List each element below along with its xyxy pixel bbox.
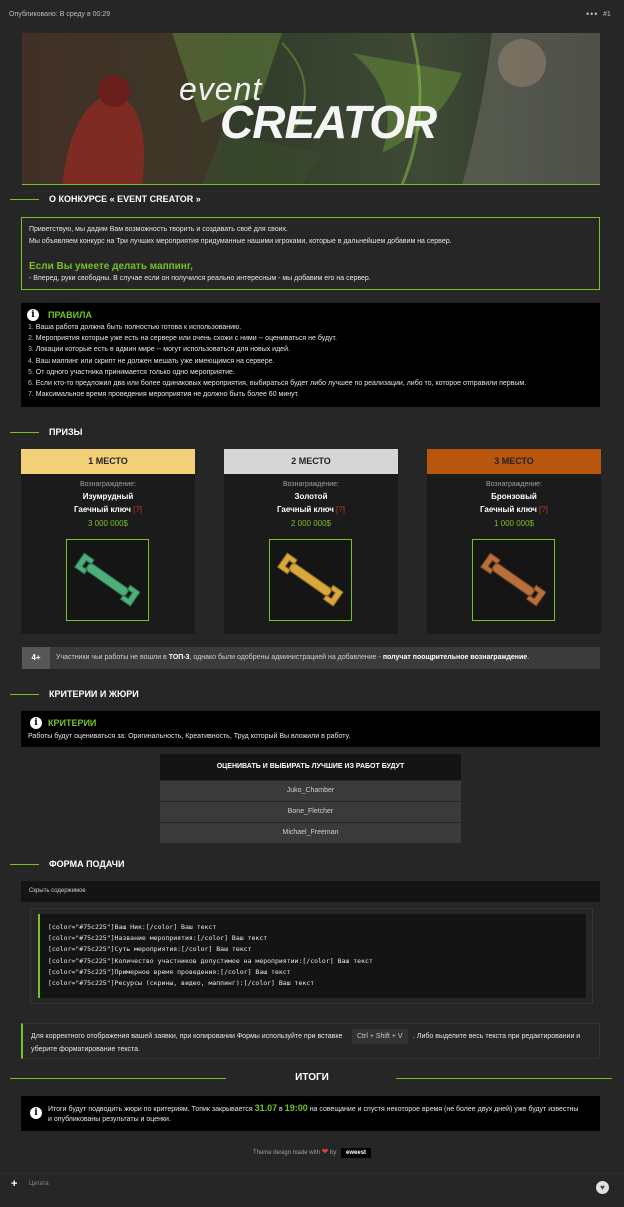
prize-card-3: 3 МЕСТО Вознаграждение: Бронзовый Гаечны… <box>427 449 601 634</box>
info-icon: i <box>27 309 39 321</box>
section-divider <box>10 864 39 865</box>
section-title: О КОНКУРСЕ « EVENT CREATOR » <box>49 194 201 204</box>
prize-info-link[interactable]: [?] <box>133 505 142 514</box>
note-text: Для корректного отображения вашей заявки… <box>31 1033 343 1040</box>
code-line: [color="#75c225"]Ваш Ник:[/color] Ваш те… <box>48 923 217 931</box>
intro-text: - Вперед, руки свободны. В случае если о… <box>29 275 371 282</box>
section-form-header: ФОРМА ПОДАЧИ <box>10 857 614 873</box>
rule-item: 1. Ваша работа должна быть полностью гот… <box>28 324 242 331</box>
rule-item: 7. Максимальное время проведения меропри… <box>28 391 300 398</box>
paste-note: Для корректного отображения вашей заявки… <box>21 1023 600 1059</box>
wrench-icon <box>479 552 547 607</box>
section-divider <box>10 694 39 695</box>
prize-place: 3 МЕСТО <box>427 449 601 474</box>
section-criteria-header: КРИТЕРИИ И ЖЮРИ <box>10 687 614 703</box>
spoiler-label[interactable]: Скрыть содержимое <box>29 888 86 894</box>
extra-prize-text: Участники чьи работы не вошли в ТОП-3, о… <box>56 654 530 661</box>
post-number-link[interactable]: #1 <box>603 11 611 18</box>
rules-box: i ПРАВИЛА 1. Ваша работа должна быть пол… <box>21 303 600 407</box>
extra-prize-bar: 4+ Участники чьи работы не вошли в ТОП-3… <box>22 647 600 669</box>
prize-name: Золотой <box>294 492 328 501</box>
prize-info-link[interactable]: [?] <box>539 505 548 514</box>
prize-reward-label: Вознаграждение: <box>282 481 340 488</box>
section-about-header: О КОНКУРСЕ « EVENT CREATOR » <box>10 192 614 208</box>
published-date: Опубликовано: В среду в 00:29 <box>9 11 111 18</box>
section-divider <box>10 199 39 200</box>
section-title: ПРИЗЫ <box>49 427 83 437</box>
info-icon: i <box>30 717 42 729</box>
prize-place: 1 МЕСТО <box>21 449 195 474</box>
rule-item: 6. Если кто-то предложил два или более о… <box>28 380 527 387</box>
jury-member: Michael_Freeman <box>160 823 461 843</box>
theme-credit: Theme design made with ❤ by eweest <box>0 1147 624 1158</box>
section-title: ФОРМА ПОДАЧИ <box>49 859 125 869</box>
code-block[interactable]: [color="#75c225"]Ваш Ник:[/color] Ваш те… <box>38 914 586 998</box>
prize-card-2: 2 МЕСТО Вознаграждение: Золотой Гаечный … <box>224 449 398 634</box>
code-line: [color="#75c225"]Суть мероприятия:[/colo… <box>48 945 252 953</box>
note-text: . Либо выделите весь текста при редактир… <box>413 1033 581 1040</box>
rule-item: 5. От одного участника принимается тольк… <box>28 369 235 376</box>
prize-card-1: 1 МЕСТО Вознаграждение: Изумрудный Гаечн… <box>21 449 195 634</box>
jury-member: Juko_Chamber <box>160 781 461 801</box>
note-text: уберите форматирование текста. <box>31 1046 140 1053</box>
brand-badge[interactable]: eweest <box>341 1148 372 1158</box>
post-header: Опубликовано: В среду в 00:29 ••• #1 <box>0 0 624 30</box>
prize-name: Гаечный ключ [?] <box>479 505 549 514</box>
prize-amount: 2 000 000$ <box>290 519 332 528</box>
prize-info-link[interactable]: [?] <box>336 505 345 514</box>
prize-name: Гаечный ключ [?] <box>276 505 346 514</box>
jury-table: ОЦЕНИВАТЬ И ВЫБИРАТЬ ЛУЧШИЕ ИЗ РАБОТ БУД… <box>160 754 461 844</box>
like-heart-icon[interactable]: ♥ <box>596 1181 609 1194</box>
section-prizes-header: ПРИЗЫ <box>10 425 614 441</box>
results-box: i Итоги будут подводить жюри по критерия… <box>21 1096 600 1131</box>
prize-image <box>269 539 352 621</box>
criteria-text: Работы будут оцениваться за: Оригинально… <box>28 733 351 740</box>
section-title: ИТОГИ <box>295 1072 329 1083</box>
criteria-box: i КРИТЕРИИ Работы будут оцениваться за: … <box>21 711 600 747</box>
rule-item: 4. Ваш маппинг или скрипт не должен меша… <box>28 358 275 365</box>
info-icon: i <box>30 1107 42 1119</box>
prize-image <box>472 539 555 621</box>
code-line: [color="#75c225"]Примерное время проведе… <box>48 968 291 976</box>
intro-heading: Если Вы умеете делать маппинг, <box>29 261 193 272</box>
code-line: [color="#75c225"]Количество участников д… <box>48 957 373 965</box>
code-line: [color="#75c225"]Ресурсы (скрины, видео,… <box>48 979 315 987</box>
section-title: КРИТЕРИИ И ЖЮРИ <box>49 689 139 699</box>
wrench-icon <box>73 552 141 607</box>
jury-member: Bone_Fletcher <box>160 802 461 822</box>
rules-title: ПРАВИЛА <box>48 310 92 320</box>
spoiler-toggle[interactable]: Скрыть содержимое <box>21 881 600 902</box>
criteria-title: КРИТЕРИИ <box>48 718 97 728</box>
prize-amount: 1 000 000$ <box>493 519 535 528</box>
prize-amount: 3 000 000$ <box>87 519 129 528</box>
section-divider <box>10 432 39 433</box>
jury-heading: ОЦЕНИВАТЬ И ВЫБИРАТЬ ЛУЧШИЕ ИЗ РАБОТ БУД… <box>160 754 461 780</box>
more-options-icon[interactable]: ••• <box>586 9 598 19</box>
wrench-icon <box>276 552 344 607</box>
rule-item: 2. Мероприятия которые уже есть на серве… <box>28 335 337 342</box>
code-line: [color="#75c225"]Название мероприятия:[/… <box>48 934 268 942</box>
keyboard-shortcut: Ctrl + Shift + V <box>352 1029 408 1044</box>
extra-prize-badge: 4+ <box>22 647 50 669</box>
prize-name: Бронзовый <box>491 492 537 501</box>
heart-icon: ❤ <box>321 1147 329 1156</box>
results-text: Итоги будут подводить жюри по критериям.… <box>48 1103 579 1113</box>
form-template-code: [color="#75c225"]Ваш Ник:[/color] Ваш те… <box>30 908 593 1004</box>
results-text: и опубликованы результаты и оценки. <box>48 1116 171 1123</box>
prize-reward-label: Вознаграждение: <box>485 481 543 488</box>
prize-reward-label: Вознаграждение: <box>79 481 137 488</box>
prize-image <box>66 539 149 621</box>
intro-text: Мы объявляем конкурс на Три лучших мероп… <box>29 238 452 245</box>
post-actions-bar: + Цитата ♥ <box>0 1173 624 1207</box>
plus-icon[interactable]: + <box>11 1178 17 1190</box>
intro-text: Приветствую, мы дадим Вам возможность тв… <box>29 226 289 233</box>
quote-button[interactable]: Цитата <box>29 1181 49 1187</box>
rule-item: 3. Локации которые есть в админ мире -- … <box>28 346 290 353</box>
intro-box: Приветствую, мы дадим Вам возможность тв… <box>21 217 600 290</box>
banner-title-creator: CREATOR <box>220 96 437 148</box>
prize-place: 2 МЕСТО <box>224 449 398 474</box>
prize-name: Изумрудный <box>82 492 134 501</box>
prize-name: Гаечный ключ [?] <box>73 505 143 514</box>
event-creator-banner: event CREATOR <box>22 33 600 185</box>
